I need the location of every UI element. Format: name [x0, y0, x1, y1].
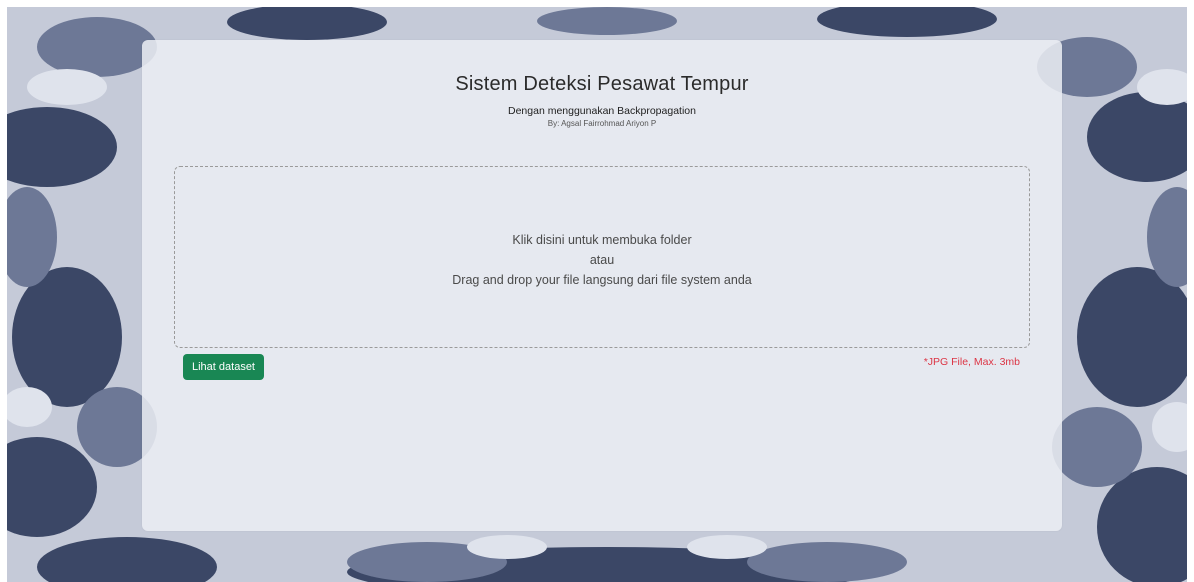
file-dropzone[interactable]: Klik disini untuk membuka folder atau Dr…	[174, 166, 1030, 348]
page-title: Sistem Deteksi Pesawat Tempur	[455, 73, 749, 95]
author-byline: By: Agsal Fairrohmad Ariyon P	[547, 119, 657, 128]
main-card: Sistem Deteksi Pesawat Tempur Dengan men…	[142, 40, 1062, 531]
view-dataset-button[interactable]: Lihat dataset	[183, 354, 264, 380]
page-subtitle: Dengan menggunakan Backpropagation	[508, 105, 696, 117]
dropzone-instructions: Klik disini untuk membuka folder atau Dr…	[175, 230, 1029, 290]
file-requirement-note: *JPG File, Max. 3mb	[923, 356, 1020, 368]
dropzone-drag-drop-text: Drag and drop your file langsung dari fi…	[452, 273, 752, 287]
dropzone-open-folder-text: Klik disini untuk membuka folder	[512, 233, 692, 247]
dropzone-or-text: atau	[589, 253, 615, 267]
